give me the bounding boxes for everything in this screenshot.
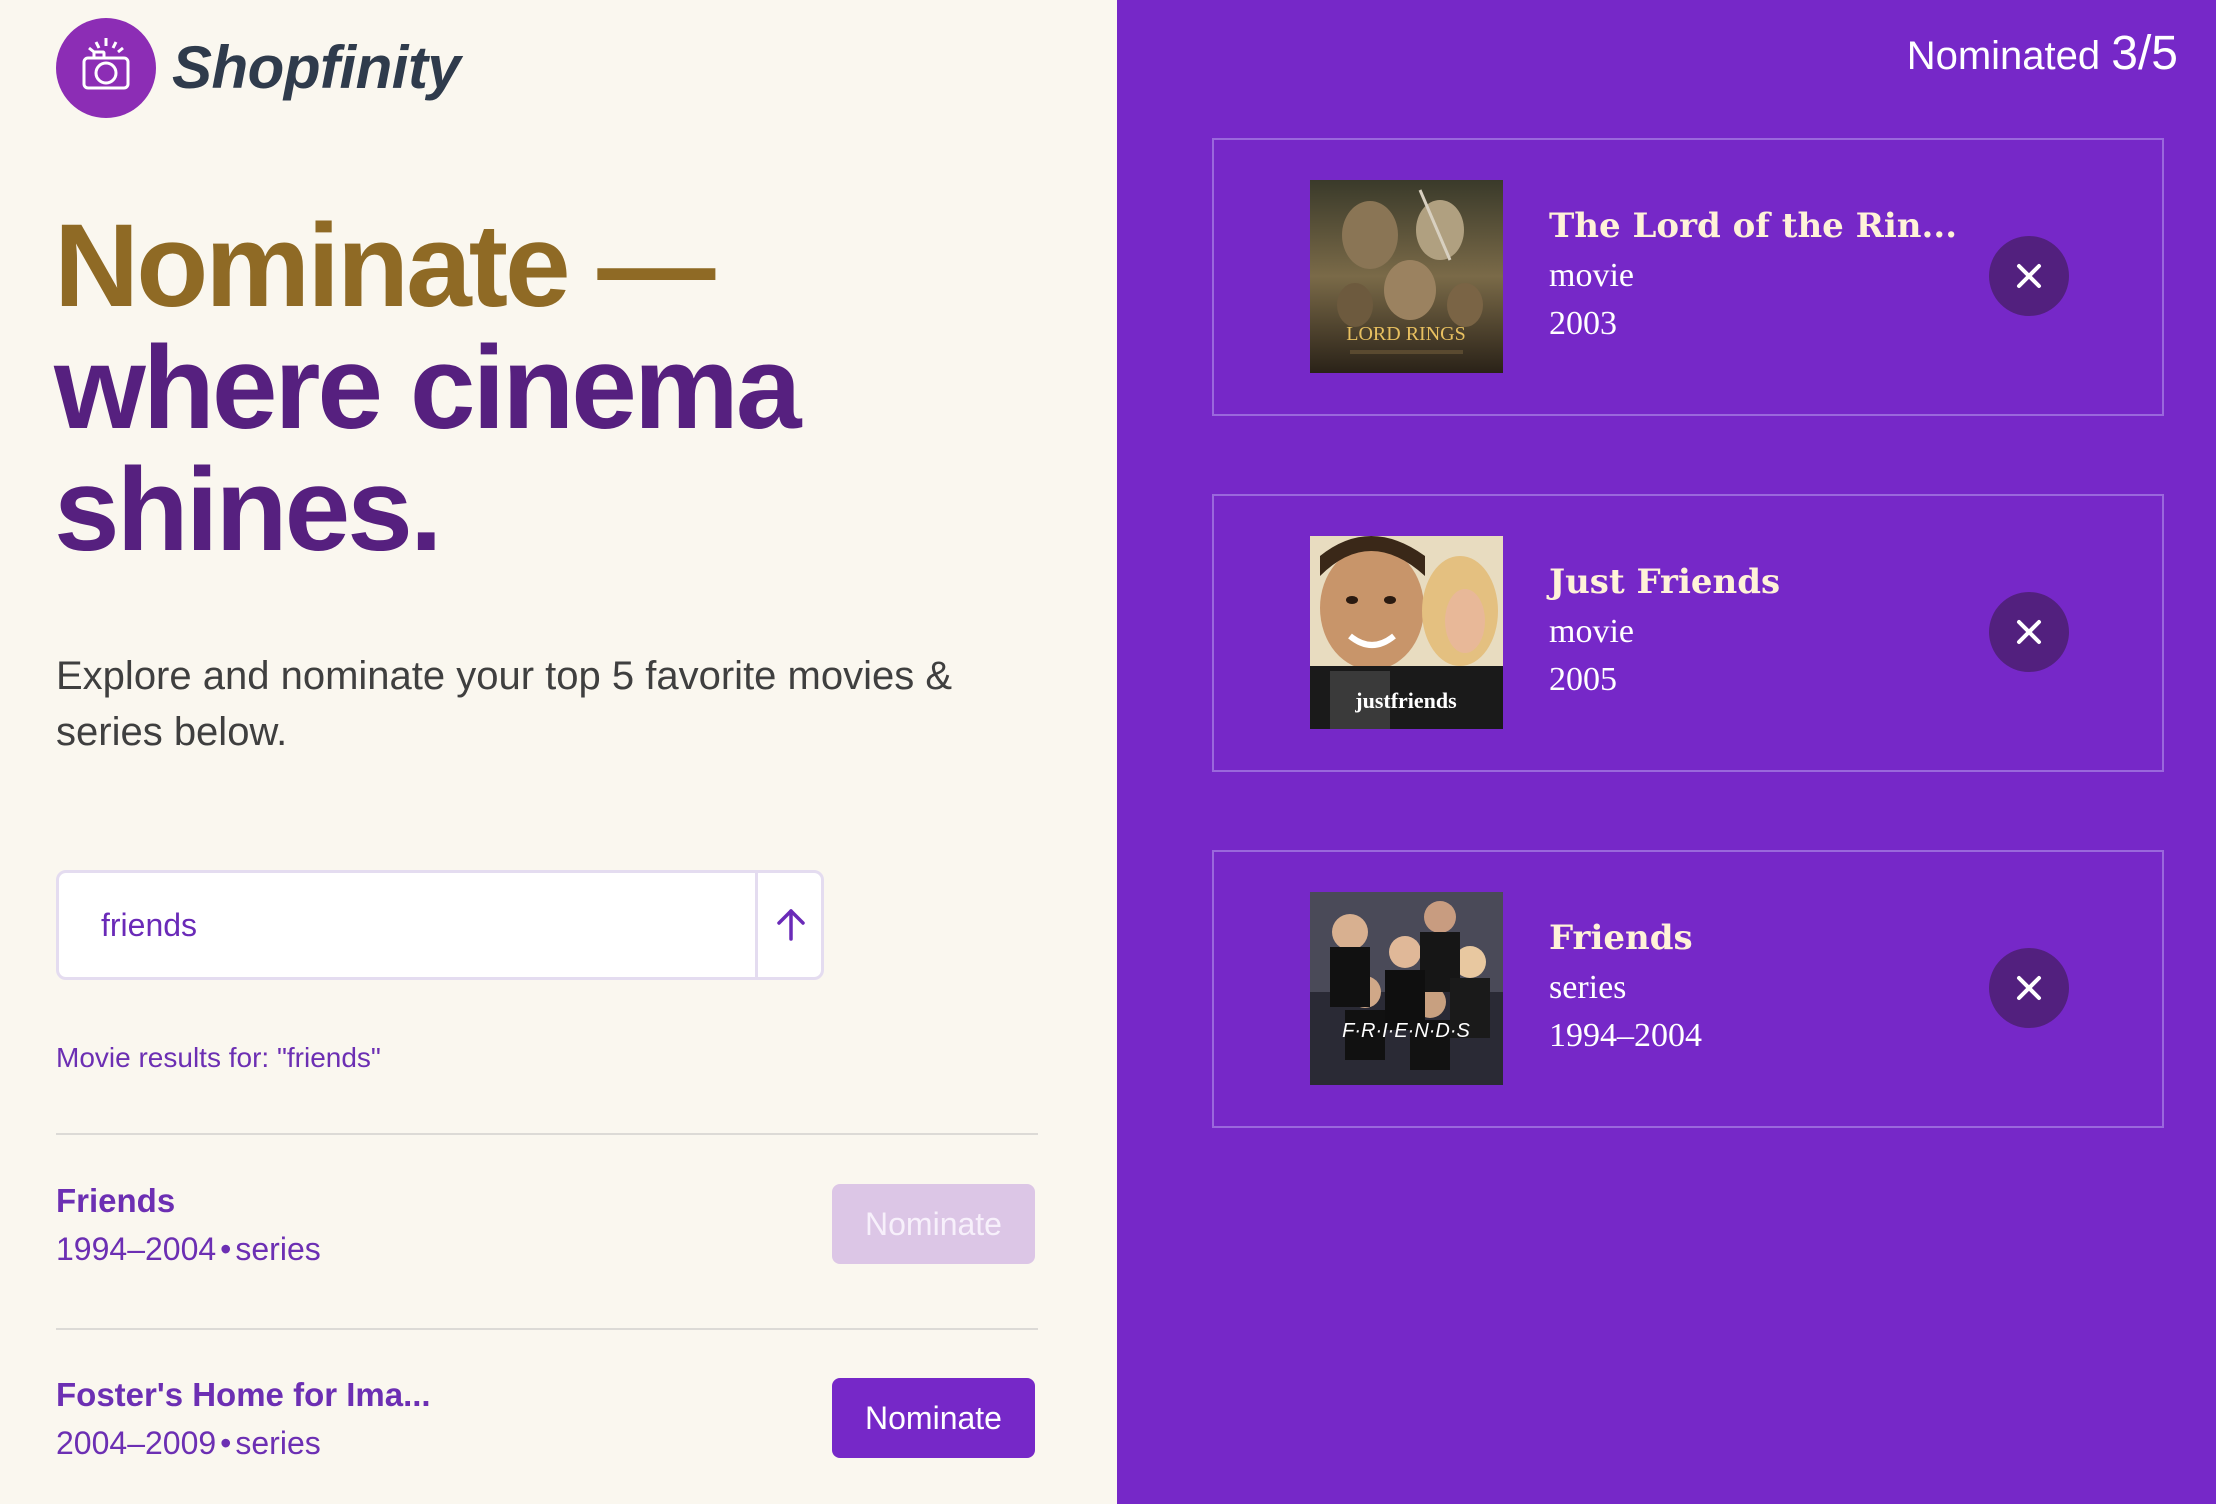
nomination-year: 1994–2004 — [1549, 1017, 1702, 1054]
search-input[interactable] — [59, 873, 751, 977]
poster-just-friends: justfriends — [1310, 536, 1503, 729]
result-title: Foster's Home for Ima... — [56, 1376, 431, 1413]
remove-nomination-button[interactable] — [1989, 592, 2069, 672]
result-years: 2004–2009 — [56, 1425, 217, 1461]
nomination-year: 2005 — [1549, 661, 1617, 698]
hero-headline: Nominate — where cinema shines. — [54, 205, 1094, 571]
nomination-card: F·R·I·E·N·D·S Friends series 1994–2004 — [1212, 850, 2164, 1128]
close-icon — [2017, 264, 2041, 288]
poster-title-text: F·R·I·E·N·D·S — [1342, 1020, 1470, 1042]
nomination-type: movie — [1549, 257, 1634, 294]
camera-icon — [82, 38, 130, 90]
result-meta: 2004–2009 • series — [56, 1422, 321, 1464]
poster-title-text: LORD RINGS — [1346, 323, 1465, 345]
brand-logo[interactable] — [56, 18, 156, 118]
nomination-counter: Nominated 3/5 — [1907, 28, 2178, 82]
nomination-year: 2003 — [1549, 305, 1617, 342]
poster-lotr: LORD RINGS — [1310, 180, 1503, 373]
result-separator: • — [220, 1425, 232, 1461]
result-meta: 1994–2004 • series — [56, 1228, 321, 1270]
nomination-title: The Lord of the Rin... — [1549, 206, 1958, 246]
hero-line-2: where cinema — [54, 322, 801, 454]
result-separator: • — [220, 1231, 232, 1267]
nomination-type: series — [1549, 969, 1627, 1006]
counter-value: 3/5 — [2111, 27, 2178, 80]
result-type: series — [235, 1231, 321, 1267]
hero-subtitle: Explore and nominate your top 5 favorite… — [56, 654, 953, 754]
search-bar — [56, 870, 824, 980]
arrow-up-icon — [777, 909, 805, 941]
hero-line-1: Nominate — — [54, 200, 715, 332]
nominate-button[interactable]: Nominate — [832, 1378, 1035, 1458]
result-years: 1994–2004 — [56, 1231, 217, 1267]
search-submit-button[interactable] — [755, 873, 824, 977]
nomination-title: Just Friends — [1549, 562, 1781, 602]
nomination-type: movie — [1549, 613, 1634, 650]
close-icon — [2017, 976, 2041, 1000]
result-title: Friends — [56, 1182, 176, 1219]
brand-name: Shopfinity — [172, 34, 461, 101]
divider — [56, 1133, 1038, 1135]
search-panel: Shopfinity Nominate — where cinema shine… — [0, 0, 1117, 1504]
poster-friends: F·R·I·E·N·D·S — [1310, 892, 1503, 1085]
close-icon — [2017, 620, 2041, 644]
counter-label: Nominated — [1906, 34, 2101, 78]
results-label: Movie results for: "friends" — [56, 1042, 381, 1073]
nomination-title: Friends — [1549, 918, 1693, 958]
result-type: series — [235, 1425, 321, 1461]
poster-title-text: justfriends — [1354, 688, 1457, 713]
nomination-card: justfriends Just Friends movie 2005 — [1212, 494, 2164, 772]
nominations-panel: Nominated 3/5 LORD RINGS The Lord of the… — [1117, 0, 2216, 1504]
nomination-card: LORD RINGS The Lord of the Rin... movie … — [1212, 138, 2164, 416]
remove-nomination-button[interactable] — [1989, 948, 2069, 1028]
remove-nomination-button[interactable] — [1989, 236, 2069, 316]
nominate-button-disabled[interactable]: Nominate — [832, 1184, 1035, 1264]
divider — [56, 1328, 1038, 1330]
hero-line-3: shines. — [54, 444, 443, 576]
